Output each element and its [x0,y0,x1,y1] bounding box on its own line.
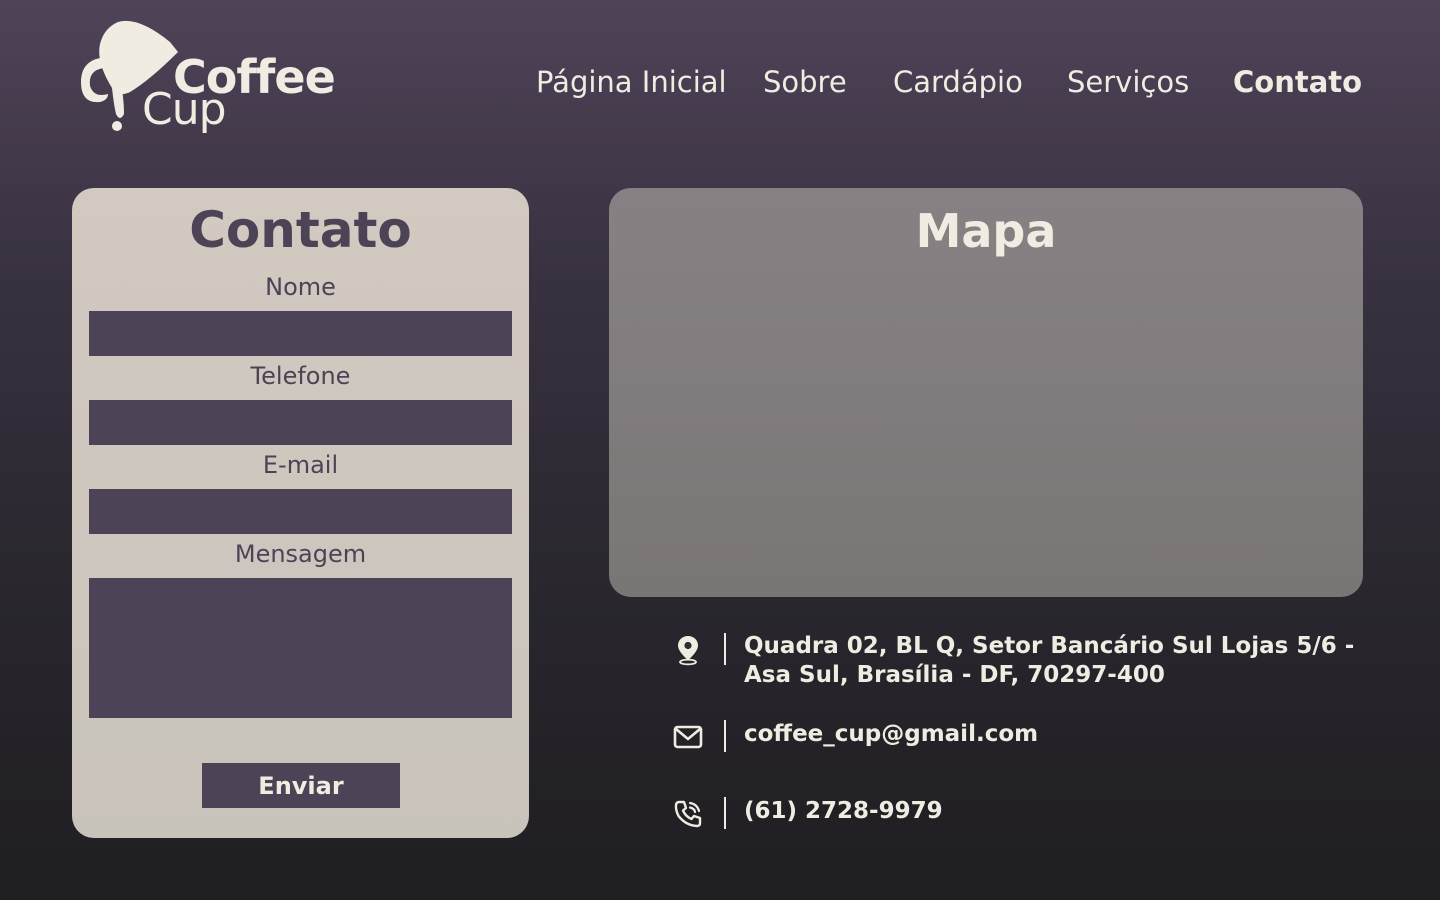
email-separator [724,720,726,752]
email-row: coffee_cup@gmail.com [670,719,1350,755]
send-button[interactable]: Enviar [202,763,400,808]
phone-icon [674,800,702,828]
message-textarea[interactable] [89,578,512,718]
email-label: E-mail [262,451,339,479]
phone-input[interactable] [89,400,512,445]
nav-item-contato[interactable]: Contato [1233,62,1362,102]
nav-item-pagina-inicial[interactable]: Página Inicial [536,62,727,102]
nav-item-cardapio[interactable]: Cardápio [893,62,1023,102]
name-label: Nome [265,273,336,301]
phone-link[interactable]: (61) 2728-9979 [744,797,943,826]
address-row: Quadra 02, BL Q, Setor Bancário Sul Loja… [670,632,1354,692]
mail-icon [673,725,703,749]
message-label: Mensagem [234,540,367,568]
nav-item-servicos[interactable]: Serviços [1067,62,1189,102]
address-separator [724,633,726,665]
phone-row: (61) 2728-9979 [670,796,1350,832]
form-title: Contato [189,201,412,259]
address-line-1: Quadra 02, BL Q, Setor Bancário Sul Loja… [744,633,1355,659]
contact-form: Contato Nome Telefone E-mail Mensagem En… [72,188,529,838]
nav-item-sobre[interactable]: Sobre [763,62,847,102]
main-nav: Página Inicial Sobre Cardápio Serviços C… [536,62,1362,102]
email-link[interactable]: coffee_cup@gmail.com [744,720,1038,749]
phone-separator [724,797,726,829]
logo-text-cup: Cup [142,84,227,135]
address-line-2: Asa Sul, Brasília - DF, 70297-400 [744,662,1165,688]
map-title: Mapa [915,204,1057,258]
logo[interactable]: Coffee Cup [78,18,348,138]
name-input[interactable] [89,311,512,356]
location-pin-icon [678,636,698,666]
email-input[interactable] [89,489,512,534]
map-panel[interactable]: Mapa [609,188,1363,597]
phone-label: Telefone [250,362,351,390]
